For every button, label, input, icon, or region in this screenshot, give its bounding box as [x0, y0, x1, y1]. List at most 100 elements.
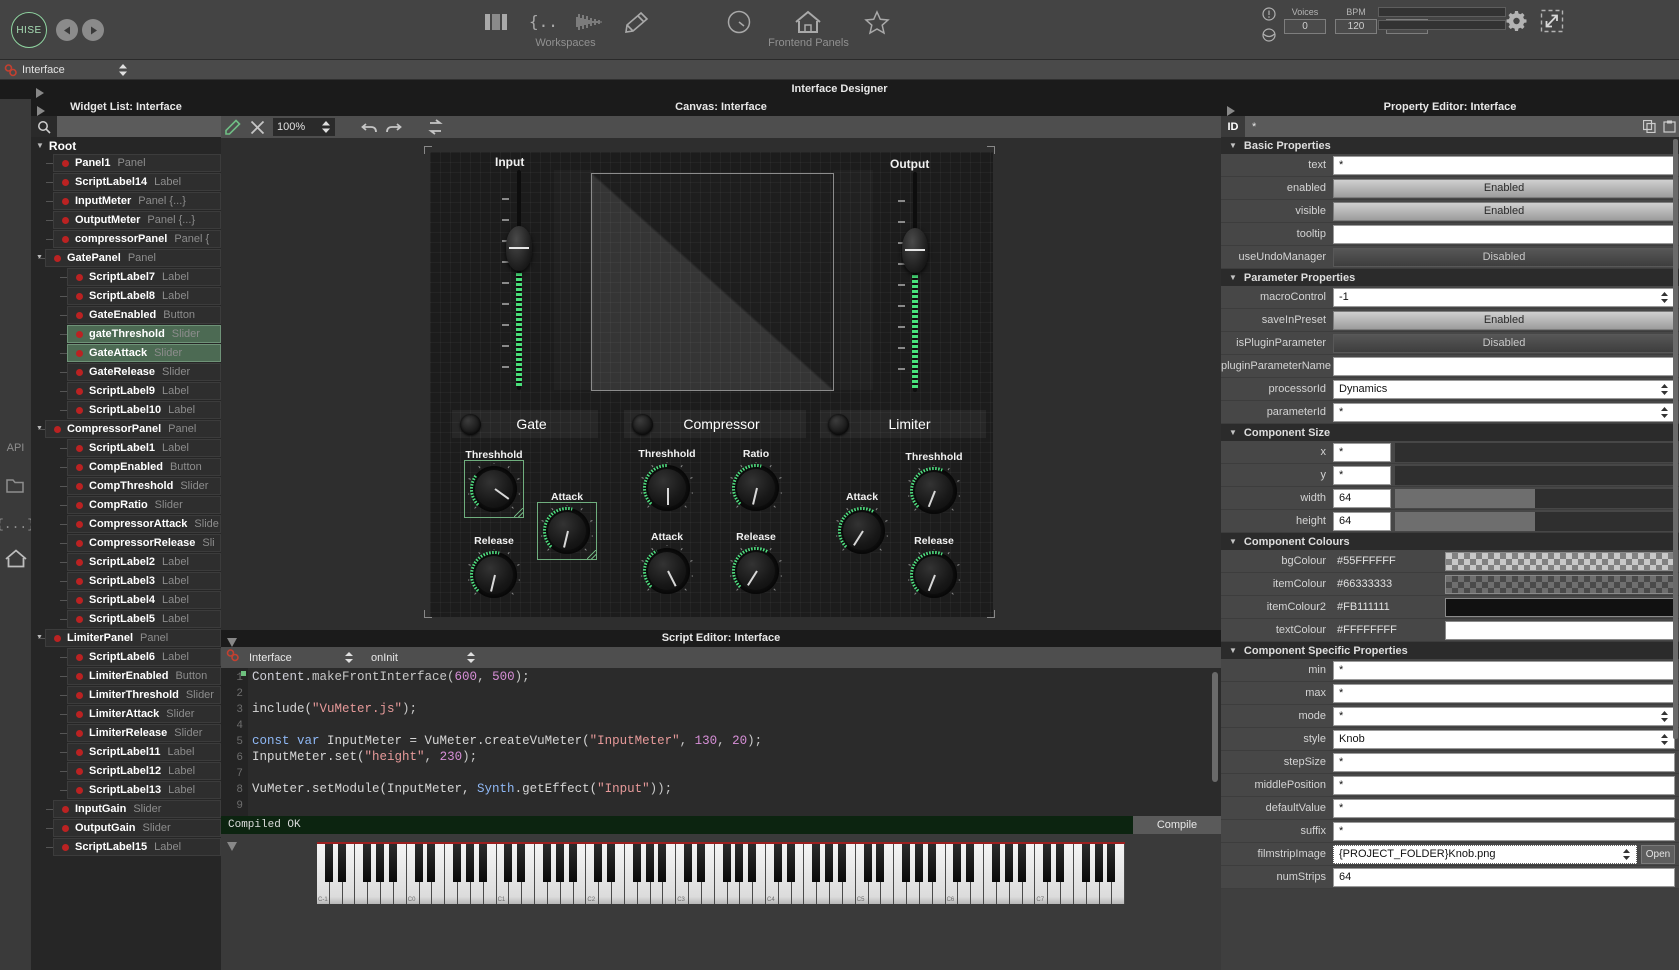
- black-key[interactable]: [787, 844, 795, 882]
- black-key[interactable]: [697, 844, 705, 882]
- tree-node-scriptlabel12[interactable]: ScriptLabel12Label: [67, 762, 221, 780]
- copy-icon[interactable]: [1639, 120, 1659, 133]
- black-key[interactable]: [453, 844, 461, 882]
- tree-node-gateattack[interactable]: GateAttackSlider: [67, 344, 221, 362]
- rail-item-script[interactable]: {...}: [0, 505, 31, 543]
- property-section-header[interactable]: ▼Parameter Properties: [1221, 269, 1679, 286]
- canvas-area[interactable]: Input Output: [221, 138, 1221, 630]
- black-key[interactable]: [594, 844, 602, 882]
- tree-node-gatethreshold[interactable]: gateThresholdSlider: [67, 325, 221, 343]
- colour-hex-value[interactable]: #FFFFFFFF: [1333, 624, 1445, 636]
- knob-dial[interactable]: [641, 545, 693, 597]
- tree-node-compressorattack[interactable]: CompressorAttackSlide: [67, 515, 221, 533]
- tree-node-scriptlabel7[interactable]: ScriptLabel7Label: [67, 268, 221, 286]
- property-number-input[interactable]: *: [1333, 466, 1391, 485]
- property-input[interactable]: *: [1333, 684, 1675, 703]
- edit-pencil-button[interactable]: [221, 116, 245, 138]
- black-key[interactable]: [966, 844, 974, 882]
- property-input[interactable]: *: [1333, 661, 1675, 680]
- updown-arrow-icon[interactable]: [1622, 848, 1631, 864]
- tree-node-limiterenabled[interactable]: LimiterEnabledButton: [67, 667, 221, 685]
- tree-node-limiterthreshold[interactable]: LimiterThresholdSlider: [67, 686, 221, 704]
- tree-node-limiterattack[interactable]: LimiterAttackSlider: [67, 705, 221, 723]
- property-slider[interactable]: [1395, 466, 1675, 485]
- property-toggle[interactable]: Disabled: [1333, 334, 1675, 353]
- colour-swatch[interactable]: [1445, 598, 1675, 617]
- knob-dial[interactable]: [468, 549, 520, 601]
- keyboard-collapse-arrow[interactable]: [227, 838, 237, 856]
- processor-select[interactable]: Interface: [249, 651, 354, 664]
- white-key[interactable]: [894, 844, 907, 904]
- tree-node-inputgain[interactable]: InputGainSlider: [53, 800, 221, 818]
- callback-select[interactable]: onInit: [371, 651, 476, 664]
- black-key[interactable]: [876, 844, 884, 882]
- black-key[interactable]: [992, 844, 1000, 882]
- white-key[interactable]: [355, 844, 368, 904]
- property-input[interactable]: *: [1333, 776, 1675, 795]
- black-key[interactable]: [812, 844, 820, 882]
- settings-button[interactable]: [1505, 9, 1529, 38]
- tree-node-scriptlabel10[interactable]: ScriptLabel10Label: [67, 401, 221, 419]
- black-key[interactable]: [735, 844, 743, 882]
- property-combo[interactable]: *: [1333, 707, 1675, 726]
- tree-node-outputgain[interactable]: OutputGainSlider: [53, 819, 221, 837]
- property-input[interactable]: [1333, 357, 1675, 376]
- tree-node-scriptlabel2[interactable]: ScriptLabel2Label: [67, 553, 221, 571]
- colour-swatch[interactable]: [1445, 575, 1675, 594]
- frontend-star-button[interactable]: [857, 8, 897, 36]
- paste-icon[interactable]: [1659, 120, 1679, 133]
- workspaces-script-button[interactable]: {...}: [523, 8, 563, 36]
- black-key[interactable]: [774, 844, 782, 882]
- white-key[interactable]: [535, 844, 548, 904]
- tree-node-compthreshold[interactable]: CompThresholdSlider: [67, 477, 221, 495]
- updown-arrow-icon[interactable]: [1660, 406, 1669, 422]
- close-canvas-button[interactable]: [245, 116, 269, 138]
- widget-search-input[interactable]: [57, 116, 221, 137]
- black-key[interactable]: [466, 844, 474, 882]
- black-key[interactable]: [543, 844, 551, 882]
- updown-arrow-icon[interactable]: [1660, 710, 1669, 726]
- white-key[interactable]: [625, 844, 638, 904]
- white-key[interactable]: C6: [946, 844, 959, 904]
- property-section-header[interactable]: ▼Component Size: [1221, 424, 1679, 441]
- tree-node-scriptlabel13[interactable]: ScriptLabel13Label: [67, 781, 221, 799]
- white-key[interactable]: C4: [766, 844, 779, 904]
- black-key[interactable]: [569, 844, 577, 882]
- knob-dial[interactable]: [836, 505, 888, 557]
- frontend-knob-button[interactable]: [719, 8, 759, 36]
- black-key[interactable]: [838, 844, 846, 882]
- resize-handle[interactable]: [587, 550, 596, 559]
- rail-item-home[interactable]: [0, 539, 31, 577]
- refresh-button[interactable]: [423, 116, 447, 138]
- workspaces-sampler-button[interactable]: [570, 8, 610, 36]
- updown-arrow-icon[interactable]: [1660, 291, 1669, 307]
- tree-node-limiterpanel[interactable]: LimiterPanelPanel: [45, 629, 221, 647]
- tree-node-scriptlabel3[interactable]: ScriptLabel3Label: [67, 572, 221, 590]
- white-key[interactable]: C5: [856, 844, 869, 904]
- knob-dial[interactable]: [908, 549, 960, 601]
- white-key[interactable]: C1: [497, 844, 510, 904]
- black-key[interactable]: [748, 844, 756, 882]
- knob-dial[interactable]: [730, 545, 782, 597]
- tree-node-scriptlabel11[interactable]: ScriptLabel11Label: [67, 743, 221, 761]
- white-key[interactable]: C0: [407, 844, 420, 904]
- tree-node-compressorpanel[interactable]: compressorPanelPanel {: [53, 230, 221, 248]
- expand-button[interactable]: [1540, 9, 1564, 38]
- bpm-stat[interactable]: BPM 120: [1335, 7, 1377, 34]
- tree-node-scriptlabel6[interactable]: ScriptLabel6Label: [67, 648, 221, 666]
- workspaces-edit-button[interactable]: [617, 8, 657, 36]
- white-key[interactable]: C3: [676, 844, 689, 904]
- black-key[interactable]: [1107, 844, 1115, 882]
- plugin-interface-stage[interactable]: Input Output: [430, 152, 993, 617]
- power-button[interactable]: [632, 414, 653, 435]
- black-key[interactable]: [1095, 844, 1103, 882]
- black-key[interactable]: [415, 844, 423, 882]
- tree-node-scriptlabel9[interactable]: ScriptLabel9Label: [67, 382, 221, 400]
- property-section-header[interactable]: ▼Basic Properties: [1221, 137, 1679, 154]
- black-key[interactable]: [723, 844, 731, 882]
- power-button[interactable]: [828, 414, 849, 435]
- tree-node-limiterrelease[interactable]: LimiterReleaseSlider: [67, 724, 221, 742]
- property-toggle[interactable]: Enabled: [1333, 202, 1675, 221]
- workspaces-panels-button[interactable]: [476, 8, 516, 36]
- property-number-input[interactable]: 64: [1333, 512, 1391, 531]
